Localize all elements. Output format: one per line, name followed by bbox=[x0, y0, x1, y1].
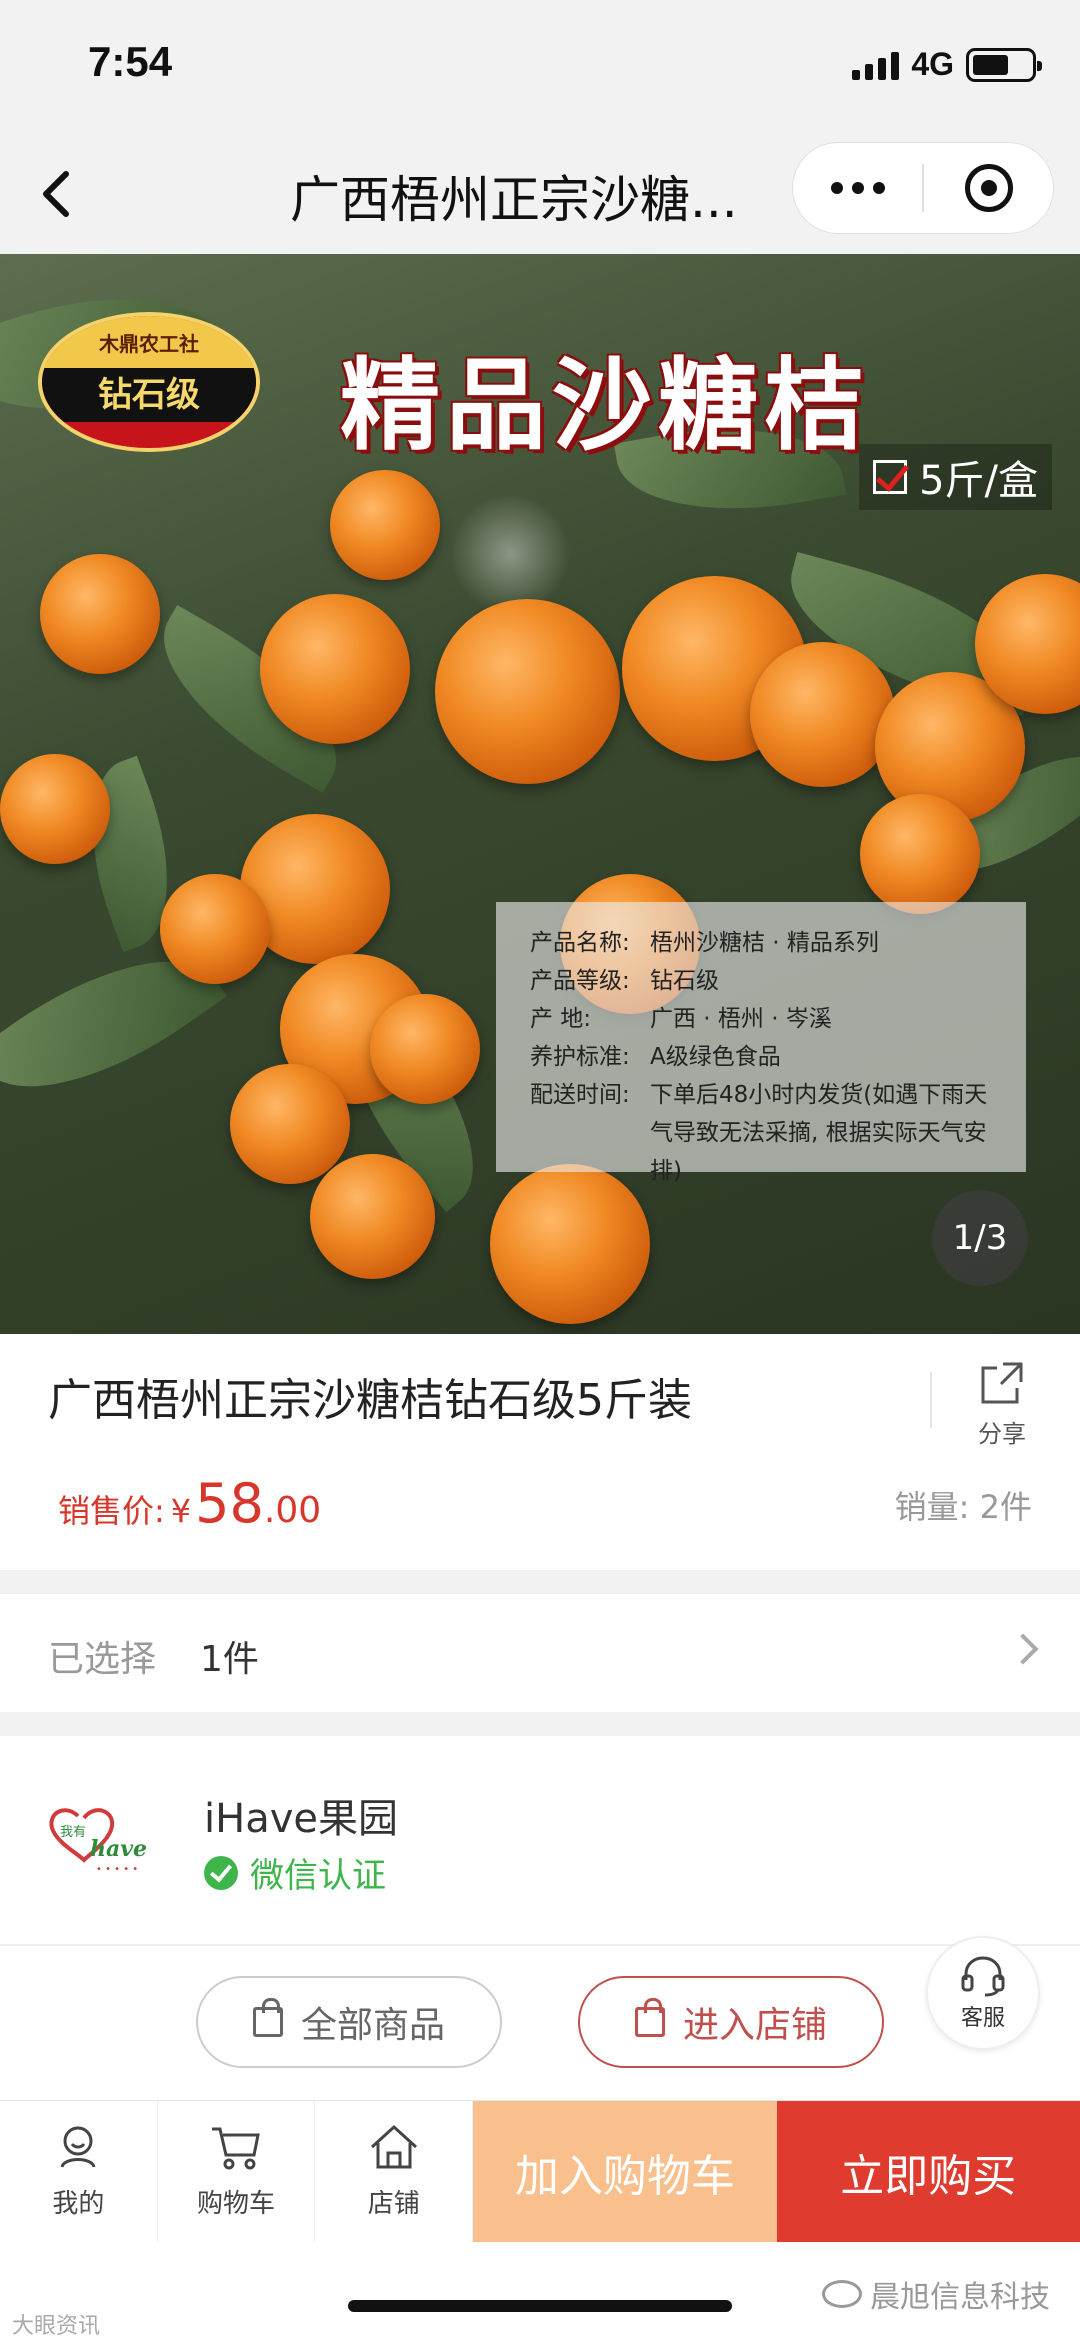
price-currency: ¥ bbox=[170, 1492, 192, 1530]
product-info-card: 广西梧州正宗沙糖桔钻石级5斤装 分享 销售价: ¥ 58 .00 销量: 2件 bbox=[0, 1334, 1080, 1570]
share-button[interactable]: 分享 bbox=[966, 1358, 1038, 1449]
share-divider bbox=[930, 1372, 932, 1428]
selection-label: 已选择 bbox=[48, 1639, 157, 1680]
network-type: 4G bbox=[911, 46, 954, 82]
badge-brand: 木鼎农工社 bbox=[42, 316, 256, 368]
selection-row[interactable]: 已选择 1件 bbox=[0, 1594, 1080, 1712]
enter-store-button[interactable]: 进入店铺 bbox=[578, 1976, 884, 2068]
svg-text:• • • • •: • • • • • bbox=[96, 1864, 138, 1875]
info-row: 产品等级: 钻石级 bbox=[530, 962, 1006, 1000]
tab-store[interactable]: 店铺 bbox=[315, 2101, 474, 2242]
back-icon[interactable] bbox=[28, 164, 88, 224]
share-label: 分享 bbox=[978, 1420, 1026, 1448]
grade-badge-logo: 木鼎农工社 钻石级 bbox=[38, 312, 260, 452]
price: 销售价: ¥ 58 .00 bbox=[58, 1472, 321, 1535]
spec-tag: 5斤/盒 bbox=[859, 444, 1052, 510]
info-key: 养护标准: bbox=[530, 1044, 630, 1070]
add-to-cart-button[interactable]: 加入购物车 bbox=[473, 2101, 777, 2242]
enter-store-label: 进入店铺 bbox=[682, 2005, 827, 2046]
price-integer: 58 bbox=[195, 1472, 264, 1535]
signal-icon bbox=[852, 50, 900, 80]
divider bbox=[0, 1944, 1080, 1946]
home-indicator-area: 大眼资讯 晨旭信息科技 bbox=[0, 2242, 1080, 2339]
info-key: 产品等级: bbox=[530, 968, 630, 994]
verified-text: 微信认证 bbox=[250, 1856, 386, 1896]
info-value: 广西 · 梧州 · 岑溪 bbox=[650, 1006, 832, 1032]
info-value: 钻石级 bbox=[650, 968, 719, 994]
check-icon bbox=[873, 460, 908, 494]
mini-program-capsule bbox=[792, 142, 1054, 234]
selection-value: 1件 bbox=[200, 1639, 259, 1680]
customer-service-label: 客服 bbox=[960, 2006, 1005, 2031]
more-icon[interactable] bbox=[793, 182, 922, 194]
info-row: 养护标准: A级绿色食品 bbox=[530, 1038, 1006, 1076]
carousel-pager: 1/3 bbox=[932, 1190, 1028, 1286]
all-products-button[interactable]: 全部商品 bbox=[196, 1976, 502, 2068]
home-indicator[interactable] bbox=[348, 2300, 732, 2312]
bottom-action-bar: 我的 购物车 店铺 加入购物车 立即购买 bbox=[0, 2100, 1080, 2242]
badge-grade: 钻石级 bbox=[42, 368, 256, 422]
svg-text:我有: 我有 bbox=[60, 1825, 86, 1840]
store-card: 我有 have • • • • • iHave果园 微信认证 全部商品 进入店铺… bbox=[0, 1736, 1080, 2100]
headset-icon bbox=[961, 1956, 1005, 1997]
status-indicators: 4G bbox=[852, 46, 1042, 83]
page-title: 广西梧州正宗沙糖... bbox=[290, 171, 738, 229]
info-row: 产 地: 广西 · 梧州 · 岑溪 bbox=[530, 1000, 1006, 1038]
status-time: 7:54 bbox=[88, 38, 173, 85]
info-key: 配送时间: bbox=[530, 1082, 630, 1108]
info-key: 产 地: bbox=[530, 1006, 592, 1032]
product-image-carousel[interactable]: 木鼎农工社 钻石级 精品沙糖桔 5斤/盒 产品名称: 梧州沙糖桔 · 精品系列 … bbox=[0, 254, 1080, 1334]
svg-text:have: have bbox=[90, 1836, 147, 1862]
home-icon bbox=[370, 2124, 417, 2169]
store-name[interactable]: iHave果园 bbox=[204, 1786, 398, 1844]
tab-store-label: 店铺 bbox=[367, 2189, 420, 2219]
verified-badge: 微信认证 bbox=[204, 1848, 386, 1897]
info-value: 下单后48小时内发货(如遇下雨天气导致无法采摘, 根据实际天气安排) bbox=[650, 1082, 988, 1184]
status-bar: 7:54 4G bbox=[0, 0, 1080, 136]
tab-mine[interactable]: 我的 bbox=[0, 2101, 158, 2242]
shopping-bag-icon bbox=[634, 1998, 665, 2037]
tab-cart[interactable]: 购物车 bbox=[158, 2101, 316, 2242]
tab-mine-label: 我的 bbox=[52, 2189, 105, 2219]
product-title: 广西梧州正宗沙糖桔钻石级5斤装 bbox=[48, 1375, 692, 1426]
watermark-right: 晨旭信息科技 bbox=[822, 2272, 1050, 2316]
store-logo[interactable]: 我有 have • • • • • bbox=[44, 1796, 160, 1886]
product-info-panel: 产品名称: 梧州沙糖桔 · 精品系列 产品等级: 钻石级 产 地: 广西 · 梧… bbox=[496, 902, 1026, 1184]
nav-bar: 广西梧州正宗沙糖... bbox=[0, 136, 1080, 254]
info-row: 配送时间: 下单后48小时内发货(如遇下雨天气导致无法采摘, 根据实际天气安排) bbox=[530, 1076, 1006, 1190]
wechat-icon bbox=[822, 2280, 862, 2308]
watermark-right-text: 晨旭信息科技 bbox=[870, 2280, 1050, 2315]
close-program-icon[interactable] bbox=[924, 164, 1053, 212]
spec-text: 5斤/盒 bbox=[919, 458, 1038, 504]
info-key: 产品名称: bbox=[530, 930, 630, 956]
buy-now-button[interactable]: 立即购买 bbox=[776, 2101, 1080, 2242]
sales-count: 销量: 2件 bbox=[894, 1488, 1032, 1526]
shopping-bag-icon bbox=[252, 1998, 283, 2037]
verified-check-icon bbox=[204, 1855, 238, 1890]
user-icon bbox=[60, 2126, 96, 2168]
info-row: 产品名称: 梧州沙糖桔 · 精品系列 bbox=[530, 924, 1006, 962]
price-decimal: .00 bbox=[263, 1490, 322, 1531]
info-value: 梧州沙糖桔 · 精品系列 bbox=[650, 930, 879, 956]
cart-icon bbox=[212, 2127, 260, 2170]
customer-service-button[interactable]: 客服 bbox=[926, 1936, 1040, 2050]
info-value: A级绿色食品 bbox=[650, 1044, 781, 1070]
share-icon bbox=[981, 1362, 1023, 1404]
price-label: 销售价: bbox=[58, 1492, 165, 1530]
battery-icon bbox=[966, 47, 1042, 82]
all-products-label: 全部商品 bbox=[300, 2005, 445, 2046]
hero-title: 精品沙糖桔 bbox=[340, 346, 870, 464]
chevron-right-icon bbox=[1007, 1633, 1039, 1665]
tab-cart-label: 购物车 bbox=[197, 2189, 276, 2219]
watermark-left: 大眼资讯 bbox=[12, 2314, 101, 2339]
